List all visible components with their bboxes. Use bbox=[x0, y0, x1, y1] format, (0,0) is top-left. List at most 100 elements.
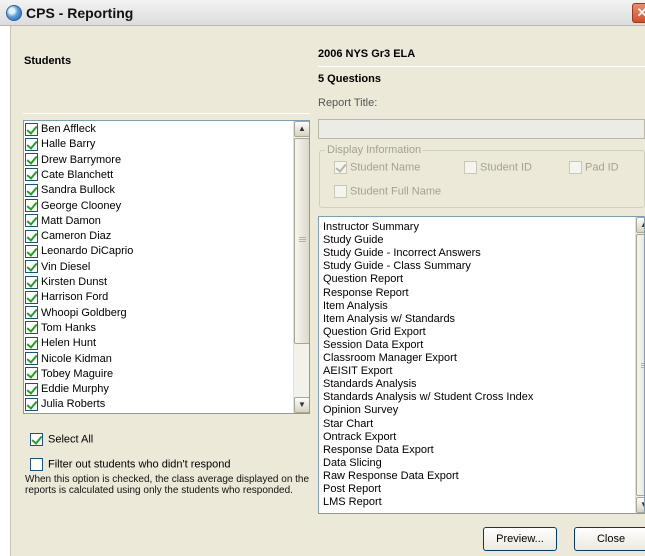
report-item[interactable]: Study Guide - Incorrect Answers bbox=[323, 247, 481, 259]
report-item[interactable]: Item Analysis bbox=[323, 300, 388, 312]
scroll-thumb[interactable] bbox=[294, 138, 309, 344]
student-full-name-option[interactable]: Student Full Name bbox=[334, 185, 441, 198]
checkbox-icon[interactable] bbox=[25, 306, 38, 320]
student-item[interactable]: Ben Affleck bbox=[25, 122, 96, 137]
filter-nonresponders-checkbox[interactable]: Filter out students who didn't respond bbox=[30, 458, 230, 471]
pad-id-option[interactable]: Pad ID bbox=[569, 161, 619, 174]
checkbox-icon[interactable] bbox=[25, 352, 38, 366]
checkbox-icon[interactable] bbox=[25, 199, 38, 213]
scroll-down-button[interactable]: ▼ bbox=[294, 397, 309, 413]
checkbox-icon[interactable] bbox=[25, 244, 38, 258]
student-item[interactable]: Matt Damon bbox=[25, 214, 101, 229]
report-item[interactable]: Response Data Export bbox=[323, 444, 434, 456]
checkbox-icon[interactable] bbox=[25, 397, 38, 411]
report-list[interactable]: Instructor Summary Study Guide Study Guide… bbox=[318, 216, 645, 514]
checkbox-icon[interactable] bbox=[25, 336, 38, 350]
report-item[interactable]: Session Data Export bbox=[323, 339, 423, 351]
filter-note: When this option is checked, the class a… bbox=[25, 474, 310, 496]
checkbox-icon[interactable] bbox=[25, 367, 38, 381]
student-id-option[interactable]: Student ID bbox=[464, 161, 532, 174]
report-item[interactable]: Standards Analysis w/ Student Cross Inde… bbox=[323, 391, 533, 403]
checkbox-icon[interactable] bbox=[25, 229, 38, 243]
checkbox-icon[interactable] bbox=[25, 382, 38, 396]
checkbox-icon[interactable] bbox=[30, 458, 43, 471]
checkbox-icon[interactable] bbox=[25, 122, 38, 136]
student-item[interactable]: George Clooney bbox=[25, 199, 121, 214]
report-item[interactable]: Study Guide bbox=[323, 234, 384, 246]
checkbox-icon[interactable] bbox=[30, 433, 43, 446]
student-item[interactable]: Tom Hanks bbox=[25, 321, 96, 336]
student-list-scrollbar[interactable]: ▲ ▼ bbox=[293, 121, 309, 413]
student-item[interactable]: Nicole Kidman bbox=[25, 352, 112, 367]
report-title-input[interactable] bbox=[318, 119, 645, 139]
checkbox-icon[interactable] bbox=[25, 214, 38, 228]
report-item[interactable]: LMS Report bbox=[323, 496, 382, 508]
student-item[interactable]: Drew Barrymore bbox=[25, 153, 121, 168]
report-item[interactable]: Item Analysis w/ Standards bbox=[323, 313, 455, 325]
student-item[interactable]: Helen Hunt bbox=[25, 336, 96, 351]
student-list[interactable]: Ben Affleck Halle Barry Drew Barrymore Cate… bbox=[23, 120, 310, 414]
report-item[interactable]: AEISIT Export bbox=[323, 365, 393, 377]
student-item[interactable]: Whoopi Goldberg bbox=[25, 306, 127, 321]
select-all-checkbox[interactable]: Select All bbox=[30, 433, 93, 446]
student-item[interactable]: Sandra Bullock bbox=[25, 183, 115, 198]
checkbox-icon[interactable] bbox=[334, 161, 347, 174]
checkbox-icon[interactable] bbox=[25, 275, 38, 289]
report-list-scrollbar[interactable]: ▲ ▼ bbox=[635, 217, 644, 513]
report-item[interactable]: Opinion Survey bbox=[323, 404, 398, 416]
checkbox-icon[interactable] bbox=[25, 290, 38, 304]
checkbox-icon[interactable] bbox=[25, 168, 38, 182]
checkbox-icon[interactable] bbox=[25, 153, 38, 167]
student-item[interactable]: Harrison Ford bbox=[25, 290, 108, 305]
student-name: Sandra Bullock bbox=[41, 184, 115, 197]
student-item[interactable]: Eddie Murphy bbox=[25, 382, 109, 397]
chevron-up-icon: ▲ bbox=[298, 124, 306, 133]
scroll-down-button[interactable]: ▼ bbox=[636, 497, 644, 513]
student-name: Vin Diesel bbox=[41, 260, 91, 273]
student-name: Helen Hunt bbox=[41, 337, 97, 350]
report-item[interactable]: Star Chart bbox=[323, 418, 373, 430]
student-item[interactable]: Cameron Diaz bbox=[25, 229, 111, 244]
close-button[interactable]: Close bbox=[574, 527, 645, 551]
report-item[interactable]: Ontrack Export bbox=[323, 431, 396, 443]
report-item[interactable]: Classroom Manager Export bbox=[323, 352, 457, 364]
checkbox-icon[interactable] bbox=[25, 321, 38, 335]
checkbox-icon[interactable] bbox=[25, 183, 38, 197]
student-full-name-label: Student Full Name bbox=[350, 185, 442, 198]
scroll-up-button[interactable]: ▲ bbox=[294, 121, 309, 137]
student-item[interactable]: Leonardo DiCaprio bbox=[25, 244, 133, 259]
display-information-label: Display Information bbox=[325, 144, 424, 156]
report-item[interactable]: Question Grid Export bbox=[323, 326, 426, 338]
student-name: Halle Barry bbox=[41, 138, 96, 151]
checkbox-icon[interactable] bbox=[464, 161, 477, 174]
student-name: George Clooney bbox=[41, 199, 122, 212]
window-close-button[interactable]: ✕ bbox=[632, 3, 645, 23]
report-item[interactable]: Data Slicing bbox=[323, 457, 382, 469]
student-name-label: Student Name bbox=[350, 161, 421, 174]
student-name: Eddie Murphy bbox=[41, 383, 109, 396]
student-item[interactable]: Kirsten Dunst bbox=[25, 275, 107, 290]
student-item[interactable]: Tobey Maguire bbox=[25, 367, 113, 382]
student-item[interactable]: Julia Roberts bbox=[25, 397, 105, 412]
checkbox-icon[interactable] bbox=[334, 185, 347, 198]
student-item[interactable]: Vin Diesel bbox=[25, 260, 90, 275]
student-name-option[interactable]: Student Name bbox=[334, 161, 420, 174]
filter-label: Filter out students who didn't respond bbox=[48, 458, 231, 471]
scroll-up-button[interactable]: ▲ bbox=[636, 217, 644, 233]
window-title: CPS - Reporting bbox=[26, 5, 134, 21]
preview-button[interactable]: Preview... bbox=[483, 527, 557, 551]
checkbox-icon[interactable] bbox=[569, 161, 582, 174]
report-item[interactable]: Instructor Summary bbox=[323, 221, 419, 233]
report-item[interactable]: Response Report bbox=[323, 287, 409, 299]
student-item[interactable]: Cate Blanchett bbox=[25, 168, 113, 183]
report-item[interactable]: Standards Analysis bbox=[323, 378, 417, 390]
report-item[interactable]: Question Report bbox=[323, 273, 403, 285]
report-item[interactable]: Post Report bbox=[323, 483, 381, 495]
chevron-up-icon: ▲ bbox=[640, 220, 644, 229]
report-item[interactable]: Raw Response Data Export bbox=[323, 470, 459, 482]
student-item[interactable]: Halle Barry bbox=[25, 137, 95, 152]
report-item[interactable]: Study Guide - Class Summary bbox=[323, 260, 471, 272]
scroll-thumb[interactable] bbox=[636, 234, 644, 496]
checkbox-icon[interactable] bbox=[25, 260, 38, 274]
checkbox-icon[interactable] bbox=[25, 137, 38, 151]
